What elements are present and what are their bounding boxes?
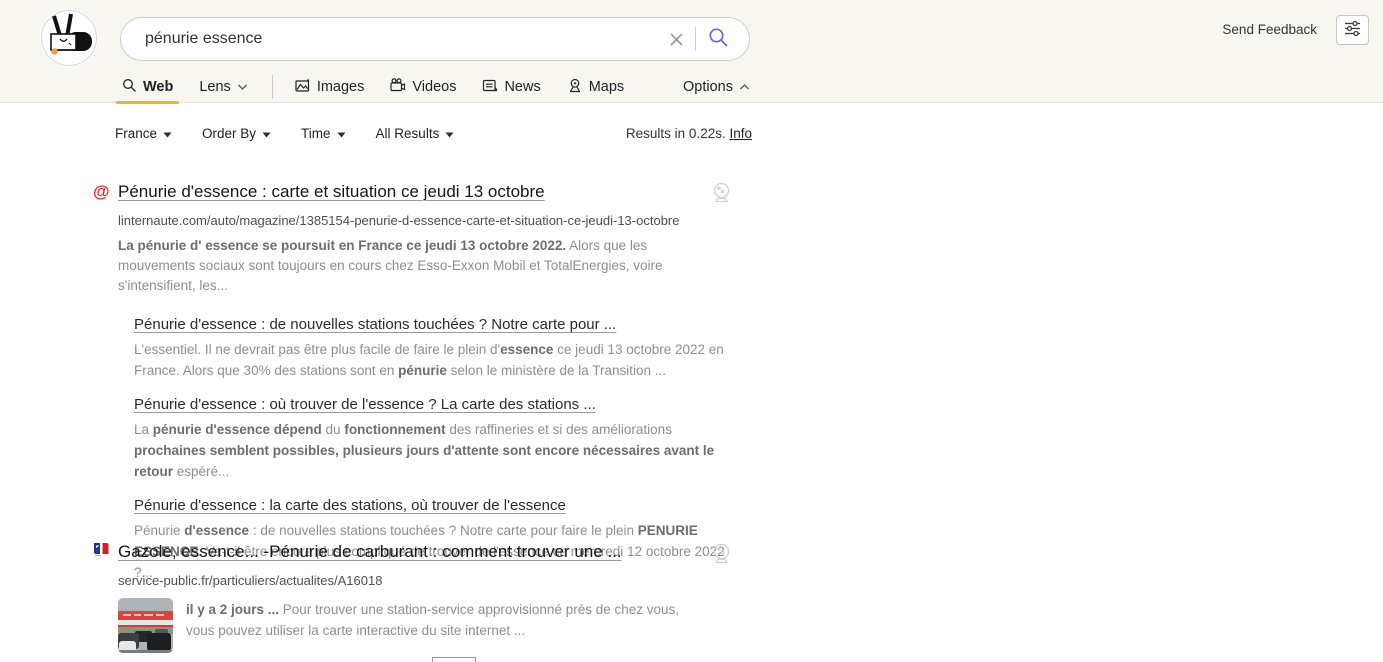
filter-label: Time bbox=[301, 126, 331, 141]
more-button-partial[interactable] bbox=[432, 657, 476, 662]
caret-down-icon bbox=[445, 126, 454, 141]
sliders-settings-icon bbox=[1343, 20, 1362, 40]
filter-order-by-dropdown[interactable]: Order By bbox=[202, 126, 271, 141]
search-magnifier-icon bbox=[708, 27, 729, 51]
tab-videos[interactable]: Videos bbox=[388, 72, 458, 102]
search-bar bbox=[120, 17, 750, 61]
tab-label: Web bbox=[143, 79, 173, 95]
tab-options[interactable]: Options bbox=[681, 72, 752, 102]
gas-station-thumbnail[interactable] bbox=[118, 598, 173, 653]
tab-label: Lens bbox=[199, 79, 230, 95]
result-title-link[interactable]: Gazole, essence... -Pénurie de carburant… bbox=[118, 541, 622, 563]
sublink-title-link[interactable]: Pénurie d'essence : la carte des station… bbox=[134, 496, 566, 515]
tab-images[interactable]: Images bbox=[293, 72, 367, 102]
newspaper-icon bbox=[482, 78, 498, 97]
caret-down-icon bbox=[163, 126, 172, 141]
result-url: service-public.fr/particuliers/actualite… bbox=[118, 573, 753, 588]
search-input[interactable] bbox=[145, 30, 664, 48]
send-feedback-link[interactable]: Send Feedback bbox=[1222, 22, 1317, 37]
filter-label: France bbox=[115, 126, 157, 141]
crystal-ball-archive-icon[interactable] bbox=[711, 182, 732, 209]
video-camera-icon bbox=[390, 78, 406, 97]
chevron-down-icon bbox=[237, 79, 248, 95]
search-result: @ Pénurie d'essence : carte et situation… bbox=[93, 181, 753, 597]
result-url: linternaute.com/auto/magazine/1385154-pe… bbox=[118, 213, 753, 228]
rabbit-mascot-icon bbox=[40, 54, 98, 71]
header: Send Feedback Web Lens bbox=[0, 0, 1383, 103]
info-link[interactable]: Info bbox=[729, 126, 752, 141]
linternaute-at-icon: @ bbox=[93, 181, 111, 202]
tab-label: Maps bbox=[589, 79, 624, 95]
caret-down-icon bbox=[262, 126, 271, 141]
tab-bar: Web Lens Images bbox=[120, 72, 752, 102]
clear-search-icon[interactable] bbox=[664, 27, 695, 52]
results-timing: Results in 0.22s. Info bbox=[626, 126, 752, 141]
filter-time-dropdown[interactable]: Time bbox=[301, 126, 346, 141]
search-results-page: Send Feedback Web Lens bbox=[0, 0, 1383, 662]
sublink-result: Pénurie d'essence : de nouvelles station… bbox=[134, 315, 753, 381]
tab-maps[interactable]: Maps bbox=[565, 72, 626, 102]
crystal-ball-archive-icon[interactable] bbox=[711, 543, 732, 570]
chevron-up-icon bbox=[739, 79, 750, 95]
search-icon bbox=[122, 78, 137, 97]
sublink-title-link[interactable]: Pénurie d'essence : de nouvelles station… bbox=[134, 315, 616, 334]
result-snippet: il y a 2 jours ... Pour trouver une stat… bbox=[186, 598, 706, 653]
service-public-french-flag-icon bbox=[93, 541, 111, 562]
filter-bar: France Order By Time All Results Results… bbox=[115, 122, 752, 144]
map-pin-icon bbox=[567, 78, 583, 97]
preferences-button[interactable] bbox=[1336, 15, 1369, 45]
tab-label: Images bbox=[317, 79, 365, 95]
sublink-snippet: La pénurie d'essence dépend du fonctionn… bbox=[134, 419, 734, 482]
sublink-snippet: L'essentiel. Il ne devrait pas être plus… bbox=[134, 339, 734, 381]
tab-divider bbox=[272, 75, 273, 99]
tab-lens[interactable]: Lens bbox=[197, 72, 249, 102]
result-title-link[interactable]: Pénurie d'essence : carte et situation c… bbox=[118, 181, 545, 203]
sublink-title-link[interactable]: Pénurie d'essence : où trouver de l'esse… bbox=[134, 395, 596, 414]
caret-down-icon bbox=[337, 126, 346, 141]
results-time-text: Results in 0.22s. bbox=[626, 126, 730, 141]
tab-label: Options bbox=[683, 79, 733, 95]
tab-news[interactable]: News bbox=[480, 72, 542, 102]
filter-all-results-dropdown[interactable]: All Results bbox=[376, 126, 455, 141]
filter-country-dropdown[interactable]: France bbox=[115, 126, 172, 141]
image-icon bbox=[295, 78, 311, 97]
tab-label: Videos bbox=[412, 79, 456, 95]
tab-web[interactable]: Web bbox=[120, 72, 175, 102]
search-submit-button[interactable] bbox=[696, 23, 733, 55]
filter-label: Order By bbox=[202, 126, 256, 141]
tab-label: News bbox=[504, 79, 540, 95]
filter-label: All Results bbox=[376, 126, 440, 141]
search-result: Gazole, essence... -Pénurie de carburant… bbox=[93, 541, 753, 653]
sublink-result: Pénurie d'essence : où trouver de l'esse… bbox=[134, 395, 753, 482]
result-snippet: La pénurie d' essence se poursuit en Fra… bbox=[118, 236, 720, 296]
logo-avatar[interactable] bbox=[40, 9, 98, 67]
